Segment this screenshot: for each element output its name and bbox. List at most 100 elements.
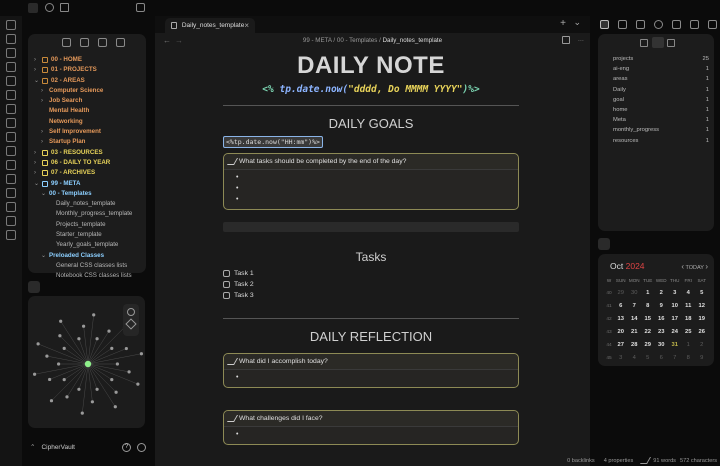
tree-item[interactable]: ⌄ 00 - Templates [34, 189, 140, 199]
graph-node[interactable] [49, 399, 54, 403]
tag-item[interactable]: areas 1 [613, 76, 709, 86]
back-button[interactable]: ← [163, 36, 171, 45]
sort-icon[interactable] [640, 39, 648, 47]
tree-item[interactable]: › Self Improvement [34, 127, 140, 137]
tree-item[interactable]: General CSS classes lists [34, 261, 140, 271]
grid-icon[interactable] [6, 48, 16, 58]
calendar-day[interactable]: 18 [682, 314, 696, 325]
graph-node[interactable] [77, 387, 81, 391]
graph-node[interactable] [62, 346, 66, 350]
task-item[interactable]: Task 1 [223, 268, 519, 279]
layout-icon[interactable] [6, 118, 16, 128]
graph-icon[interactable] [6, 34, 16, 44]
note-body[interactable]: DAILY NOTE <% tp.date.now("dddd, Do MMMM… [223, 52, 519, 445]
sort-icon[interactable] [98, 37, 107, 47]
calendar-day[interactable]: 29 [641, 340, 655, 351]
graph-node[interactable] [77, 337, 81, 341]
calendar-day[interactable]: 9 [655, 301, 669, 312]
help-icon[interactable]: ? [122, 442, 131, 452]
graph-node[interactable] [95, 387, 99, 391]
calendar-day[interactable]: 20 [614, 327, 628, 338]
vault-switcher[interactable]: ⌃ CipherVault ? [30, 440, 146, 454]
close-icon[interactable]: × [244, 21, 249, 30]
calendar-day[interactable]: 30 [628, 288, 642, 299]
accomplish-callout[interactable]: What did I accomplish today? [223, 353, 519, 388]
chevron-right-icon[interactable]: › [41, 137, 49, 147]
graph-node[interactable] [57, 362, 61, 366]
outline-icon[interactable] [618, 19, 627, 29]
calendar-day[interactable]: 8 [682, 353, 696, 364]
properties-count[interactable]: 4 properties [604, 458, 634, 464]
list-item[interactable] [236, 196, 518, 207]
files-icon[interactable] [6, 20, 16, 30]
task-checkbox[interactable] [223, 292, 230, 299]
table-icon[interactable] [6, 132, 16, 142]
list-icon[interactable] [6, 230, 16, 240]
folder-icon[interactable] [28, 3, 38, 13]
calendar-day[interactable]: 19 [695, 314, 709, 325]
calendar-day[interactable]: 29 [614, 288, 628, 299]
tag-icon[interactable] [600, 19, 609, 29]
calendar-day[interactable]: 7 [668, 353, 682, 364]
tree-item[interactable]: › Job Search [34, 96, 140, 106]
breadcrumb-templates[interactable]: 00 - Templates [337, 37, 377, 44]
tree-item[interactable]: Notebook CSS classes lists [34, 271, 140, 281]
collapse-icon[interactable] [667, 39, 675, 47]
calendar-day[interactable]: 31 [668, 340, 682, 351]
graph-node[interactable] [107, 329, 111, 333]
calendar-day[interactable]: 3 [614, 353, 628, 364]
tab-daily-notes-template[interactable]: Daily_notes_template × [165, 18, 255, 33]
chevron-down-icon[interactable]: ⌄ [41, 251, 49, 261]
tree-item[interactable]: Projects_template [34, 220, 140, 230]
calendar-day[interactable]: 23 [655, 327, 669, 338]
hash-icon[interactable] [6, 160, 16, 170]
calendar-day[interactable]: 25 [682, 327, 696, 338]
task-item[interactable]: Task 3 [223, 290, 519, 301]
graph-node[interactable] [110, 346, 114, 350]
new-note-icon[interactable] [62, 37, 71, 47]
calendar-day[interactable]: 24 [668, 327, 682, 338]
calendar-day[interactable]: 7 [628, 301, 642, 312]
calendar-day[interactable]: 30 [655, 340, 669, 351]
edit-icon[interactable] [640, 457, 652, 464]
copy-icon[interactable] [6, 90, 16, 100]
breadcrumb-meta[interactable]: 99 - META [303, 37, 332, 44]
tag-item[interactable]: Meta 1 [613, 117, 709, 127]
forward-button[interactable]: → [175, 36, 183, 45]
graph-node[interactable] [32, 372, 37, 376]
calendar-day[interactable]: 26 [695, 327, 709, 338]
tag-item[interactable]: monthly_progress 1 [613, 127, 709, 137]
wand-icon[interactable] [125, 318, 137, 330]
graph-node[interactable] [115, 362, 119, 366]
calendar-icon[interactable] [6, 62, 16, 72]
right-sidebar-toggle-icon[interactable] [708, 19, 717, 29]
task-checkbox[interactable] [223, 281, 230, 288]
week-number[interactable]: 40 [604, 288, 614, 299]
calendar-day[interactable]: 4 [682, 288, 696, 299]
archive-icon[interactable] [672, 19, 681, 29]
tab-list-chevron-icon[interactable]: ⌄ [573, 17, 581, 28]
chevron-right-icon[interactable]: › [34, 55, 42, 65]
calendar-day[interactable]: 5 [641, 353, 655, 364]
gear-icon[interactable] [127, 308, 135, 316]
chevron-down-icon[interactable]: ⌄ [41, 189, 49, 199]
graph-node[interactable] [114, 390, 118, 394]
new-tab-button[interactable]: + [560, 18, 566, 29]
tree-item[interactable]: › 01 - PROJECTS [34, 65, 140, 75]
graph-node[interactable] [110, 378, 114, 382]
calendar-day[interactable]: 28 [628, 340, 642, 351]
graph-node[interactable] [65, 395, 69, 399]
backlinks-icon[interactable] [636, 19, 645, 29]
week-number[interactable]: 41 [604, 301, 614, 312]
week-number[interactable]: 43 [604, 327, 614, 338]
graph-node[interactable] [80, 411, 84, 415]
graph-node[interactable] [136, 382, 140, 386]
tag-item[interactable]: resources 1 [613, 138, 709, 148]
week-number[interactable]: 42 [604, 314, 614, 325]
calendar-day[interactable]: 14 [628, 314, 642, 325]
graph-node[interactable] [62, 378, 66, 382]
code-block[interactable] [223, 222, 519, 232]
calendar-day[interactable]: 22 [641, 327, 655, 338]
tag-item[interactable]: Daily 1 [613, 87, 709, 97]
tree-item[interactable]: Monthly_progress_template [34, 209, 140, 219]
